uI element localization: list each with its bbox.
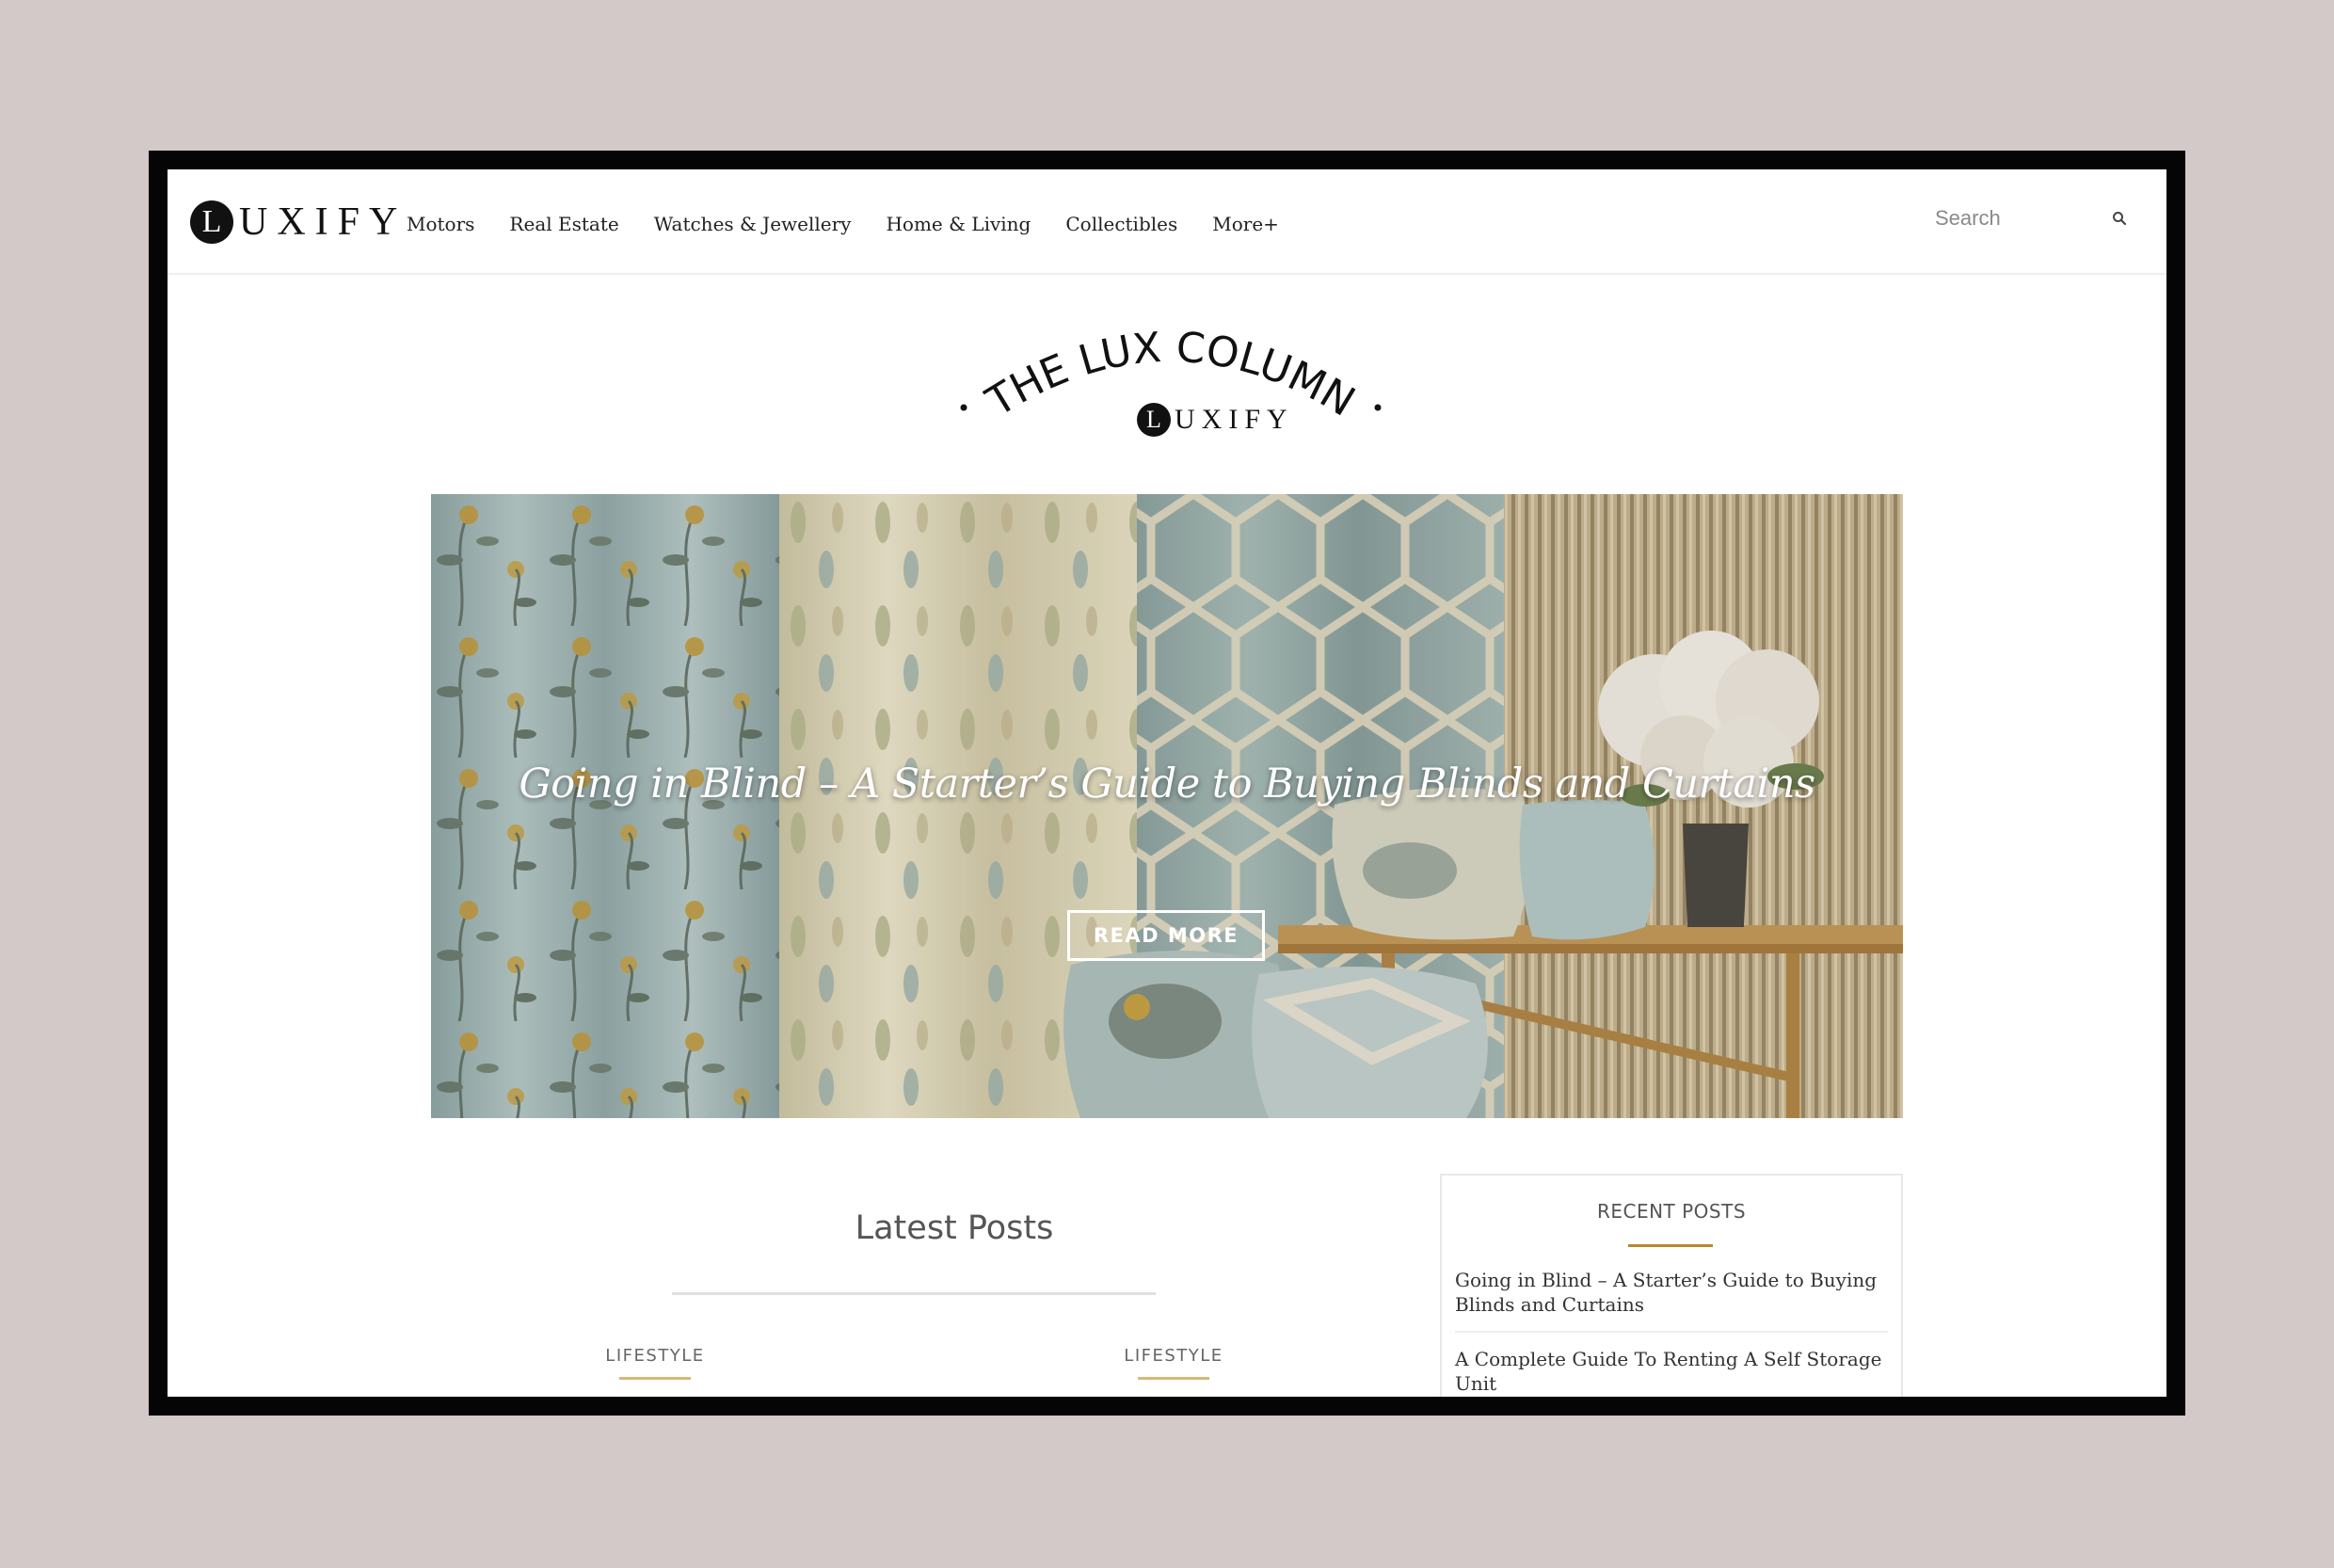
site-header: L UXIFY Motors Real Estate Watches & Jew… (168, 169, 2166, 275)
latest-posts-heading: Latest Posts (855, 1209, 1054, 1247)
nav-watches-jewellery[interactable]: Watches & Jewellery (654, 213, 852, 235)
read-more-button[interactable]: READ MORE (1067, 910, 1265, 961)
column-logo-mark: L (1137, 403, 1171, 437)
post-category-2[interactable]: LIFESTYLE (1079, 1346, 1268, 1366)
column-logo-brand: L UXIFY (1137, 403, 1294, 437)
column-logo[interactable]: THE LUX COLUMN L UXIFY (954, 320, 1387, 442)
hero-banner[interactable]: Going in Blind – A Starter’s Guide to Bu… (431, 494, 1903, 1118)
search-icon[interactable] (2104, 203, 2134, 233)
recent-post-link-2[interactable]: A Complete Guide To Renting A Self Stora… (1455, 1347, 1888, 1396)
recent-posts-separator (1455, 1331, 1888, 1333)
search-box (1927, 198, 2134, 239)
nav-more[interactable]: More+ (1212, 213, 1279, 235)
column-logo-dot-right (1374, 404, 1382, 411)
latest-posts-divider (672, 1292, 1156, 1295)
site-logo[interactable]: L UXIFY (190, 198, 407, 247)
logo-text: UXIFY (239, 200, 408, 244)
column-logo-dot-left (960, 404, 967, 411)
recent-posts-underline (1628, 1244, 1713, 1247)
nav-real-estate[interactable]: Real Estate (509, 213, 618, 235)
recent-post-link-1[interactable]: Going in Blind – A Starter’s Guide to Bu… (1455, 1268, 1888, 1317)
post-category-2-underline (1138, 1377, 1209, 1380)
recent-posts-heading: RECENT POSTS (1596, 1200, 1747, 1223)
logo-mark: L (190, 200, 233, 244)
search-input[interactable] (1927, 201, 2093, 235)
device-frame: L UXIFY Motors Real Estate Watches & Jew… (149, 151, 2185, 1416)
post-category-1[interactable]: LIFESTYLE (561, 1346, 749, 1366)
nav-motors[interactable]: Motors (407, 213, 474, 235)
nav-home-living[interactable]: Home & Living (886, 213, 1031, 235)
main-nav: Motors Real Estate Watches & Jewellery H… (407, 207, 1279, 241)
column-logo-text: UXIFY (1175, 404, 1294, 435)
browser-viewport: L UXIFY Motors Real Estate Watches & Jew… (168, 169, 2166, 1397)
recent-posts-widget: RECENT POSTS Going in Blind – A Starter’… (1440, 1174, 1903, 1397)
nav-collectibles[interactable]: Collectibles (1065, 213, 1177, 235)
hero-title[interactable]: Going in Blind – A Starter’s Guide to Bu… (431, 760, 1903, 808)
post-category-1-underline (619, 1377, 691, 1380)
